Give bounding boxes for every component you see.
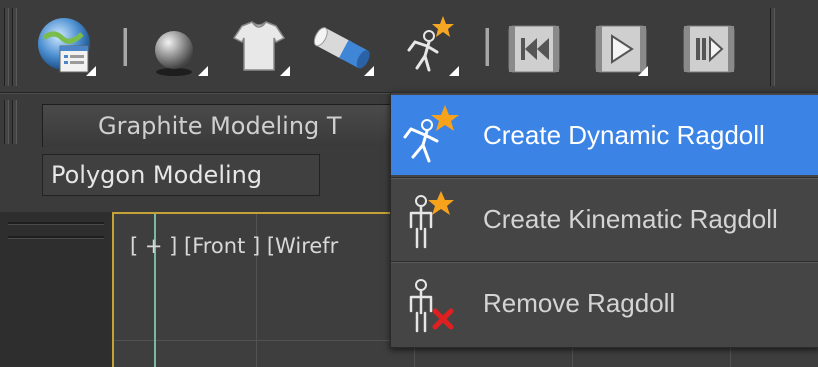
dynamic-ragdoll-icon <box>403 105 459 163</box>
scene-explorer-button[interactable] <box>30 12 96 84</box>
remove-ragdoll-icon <box>409 279 454 333</box>
menu-item-label: Create Dynamic Ragdoll <box>483 120 765 150</box>
menu-item-label: Create Kinematic Ragdoll <box>483 204 778 234</box>
flyout-indicator <box>198 66 208 76</box>
graphite-modeling-tab[interactable]: Graphite Modeling T <box>42 104 392 147</box>
film-step-icon <box>683 25 735 73</box>
film-rewind-icon <box>508 25 560 73</box>
viewport-label[interactable]: [ + ] [Front ] [Wirefr <box>130 234 338 258</box>
globe-window-icon <box>38 18 90 73</box>
flyout-indicator <box>86 66 96 76</box>
menu-item-label: Remove Ragdoll <box>483 288 676 318</box>
main-toolbar <box>0 0 818 93</box>
panel-divider <box>8 236 104 239</box>
rigid-body-button[interactable] <box>150 12 212 84</box>
constraint-button[interactable] <box>310 12 374 84</box>
simulation-step-button[interactable] <box>680 12 742 84</box>
flyout-indicator <box>449 66 459 76</box>
menu-item-create-dynamic-ragdoll[interactable]: Create Dynamic Ragdoll <box>391 95 818 175</box>
simulation-rewind-button[interactable] <box>505 12 567 84</box>
menu-item-remove-ragdoll[interactable]: Remove Ragdoll <box>391 263 818 343</box>
flyout-indicator <box>364 66 374 76</box>
flyout-indicator <box>280 66 290 76</box>
toolbar-separator <box>485 28 489 66</box>
simulation-play-button[interactable] <box>592 12 654 84</box>
kinematic-ragdoll-icon <box>409 191 454 249</box>
ribbon-grip-2[interactable] <box>12 100 17 144</box>
left-panel <box>0 212 110 365</box>
toolbar-grip-2[interactable] <box>12 8 17 86</box>
polygon-modeling-panel[interactable]: Polygon Modeling <box>42 154 320 196</box>
ribbon-grip[interactable] <box>4 100 9 144</box>
flyout-indicator <box>638 66 648 76</box>
ragdoll-button[interactable] <box>395 12 459 84</box>
toolbar-grip-right[interactable] <box>770 8 775 86</box>
panel-divider <box>8 222 104 225</box>
ragdoll-dropdown-menu: Create Dynamic Ragdoll Create Kinematic … <box>390 92 818 348</box>
menu-item-create-kinematic-ragdoll[interactable]: Create Kinematic Ragdoll <box>391 179 818 259</box>
cloth-button[interactable] <box>228 12 290 84</box>
toolbar-separator <box>123 28 127 66</box>
toolbar-grip[interactable] <box>4 8 9 86</box>
